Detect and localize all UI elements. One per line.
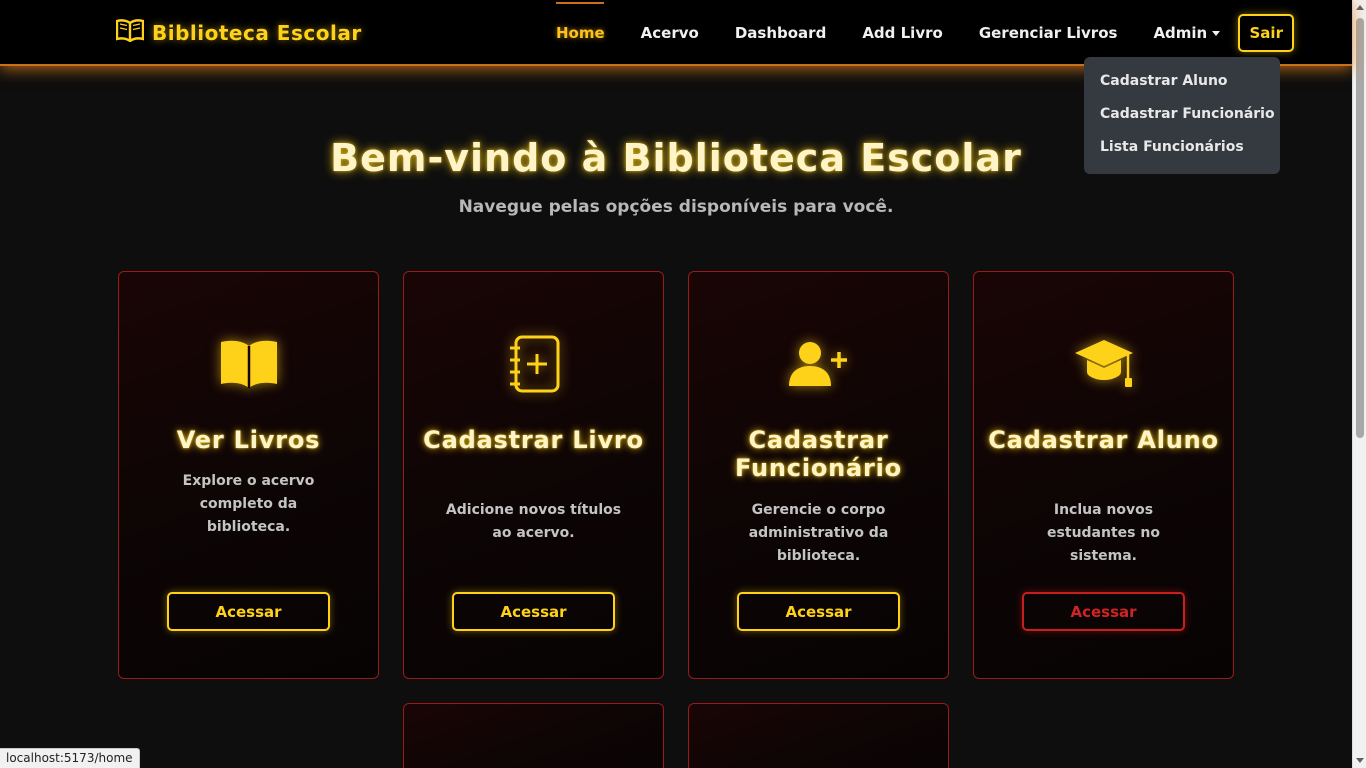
book-open-icon	[115, 18, 145, 47]
brand[interactable]: Biblioteca Escolar	[115, 18, 362, 47]
nav-home[interactable]: Home	[556, 2, 605, 42]
card-access-button[interactable]: Acessar	[1022, 592, 1185, 631]
vertical-scrollbar[interactable]	[1352, 0, 1366, 768]
card-cadastrar-funcionario: Cadastrar Funcionário Gerencie o corpo a…	[688, 271, 949, 679]
card-access-button[interactable]: Acessar	[452, 592, 615, 631]
card-ver-livros: Ver Livros Explore o acervo completo da …	[118, 271, 379, 679]
card-description: Gerencie o corpo administrativo da bibli…	[748, 502, 889, 564]
page-subtitle: Navegue pelas opções disponíveis para vo…	[458, 197, 894, 217]
brand-title: Biblioteca Escolar	[152, 20, 362, 45]
card-title: Cadastrar Aluno	[988, 426, 1219, 454]
nav-add-livro[interactable]: Add Livro	[862, 24, 943, 42]
book-open-icon	[119, 334, 378, 394]
card-partial	[403, 703, 664, 768]
card-description: Explore o acervo completo da biblioteca.	[182, 473, 315, 535]
nav-dashboard[interactable]: Dashboard	[735, 24, 826, 42]
admin-dropdown-toggle[interactable]: Admin	[1153, 24, 1221, 42]
dropdown-item-cadastrar-funcionario[interactable]: Cadastrar Funcionário	[1084, 103, 1280, 136]
dropdown-item-lista-funcionarios[interactable]: Lista Funcionários	[1084, 136, 1280, 169]
card-description: Inclua novos estudantes no sistema.	[1047, 502, 1160, 564]
link-status-url: localhost:5173/home	[0, 748, 140, 768]
caret-down-icon	[1212, 30, 1221, 36]
card-title: Cadastrar Funcionário	[735, 426, 902, 482]
card-cadastrar-livro: Cadastrar Livro Adicione novos títulos a…	[403, 271, 664, 679]
card-access-button[interactable]: Acessar	[167, 592, 330, 631]
card-title: Cadastrar Livro	[423, 426, 644, 454]
scroll-down-arrow-icon[interactable]	[1356, 758, 1364, 763]
card-description: Adicione novos títulos ao acervo.	[445, 502, 622, 541]
admin-label: Admin	[1153, 24, 1208, 42]
card-access-button[interactable]: Acessar	[737, 592, 900, 631]
book-add-icon	[404, 334, 663, 394]
card-cadastrar-aluno: Cadastrar Aluno Inclua novos estudantes …	[973, 271, 1234, 679]
admin-dropdown-menu: Cadastrar Aluno Cadastrar Funcionário Li…	[1084, 57, 1280, 174]
nav-gerenciar-livros[interactable]: Gerenciar Livros	[979, 24, 1118, 42]
dropdown-item-cadastrar-aluno[interactable]: Cadastrar Aluno	[1084, 70, 1280, 103]
logout-button[interactable]: Sair	[1238, 14, 1295, 52]
scroll-up-arrow-icon[interactable]	[1356, 5, 1364, 10]
nav-acervo[interactable]: Acervo	[641, 24, 699, 42]
scroll-thumb[interactable]	[1356, 18, 1364, 438]
user-add-icon	[689, 334, 948, 394]
card-partial	[688, 703, 949, 768]
card-title: Ver Livros	[176, 426, 321, 454]
graduation-cap-icon	[974, 334, 1233, 394]
